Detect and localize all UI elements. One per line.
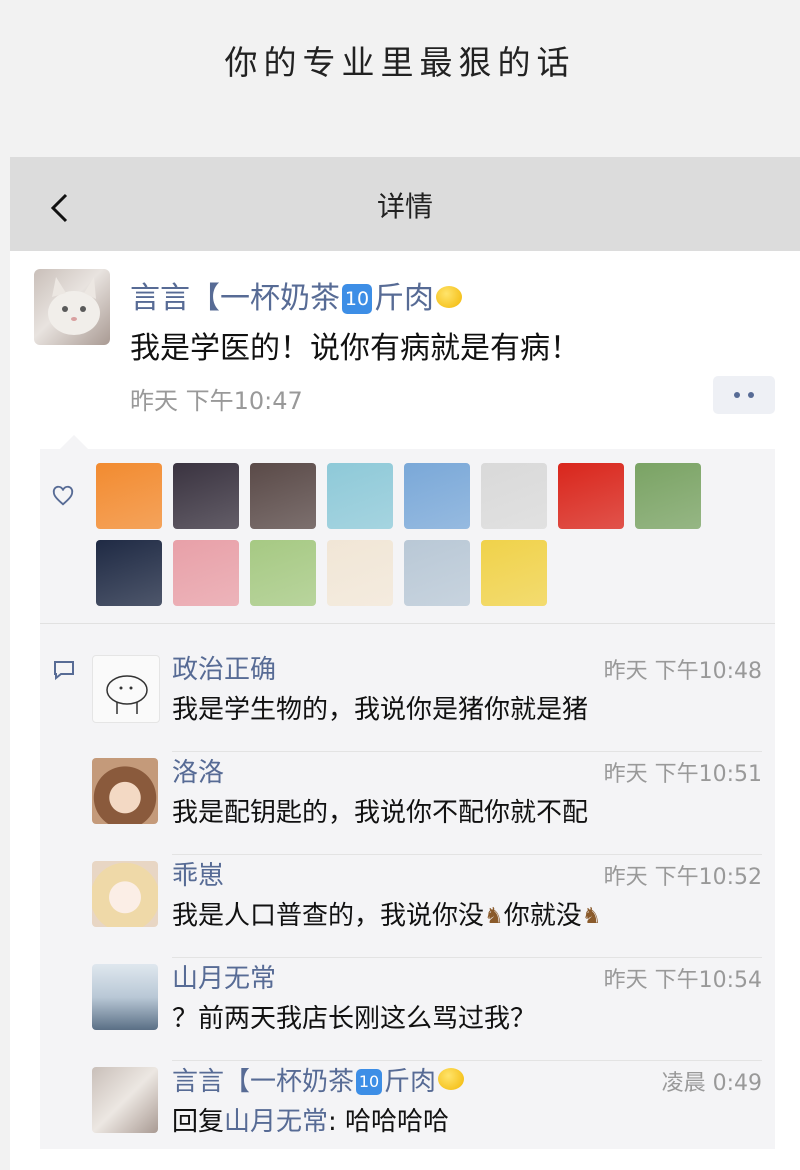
comment-item[interactable]: 山月无常 昨天 下午10:54 ？前两天我店长刚这么骂过我？ (92, 958, 762, 1061)
like-avatar[interactable] (96, 463, 162, 529)
like-avatar[interactable] (250, 540, 316, 606)
post-text: 我是学医的！说你有病就是有病！ (130, 331, 580, 366)
heart-icon (52, 485, 74, 506)
like-avatar[interactable] (327, 463, 393, 529)
like-avatar[interactable] (327, 540, 393, 606)
comment-item[interactable]: 政治正确 昨天 下午10:48 我是学生物的，我说你是猪你就是猪 (92, 649, 762, 752)
commenter-name[interactable]: 政治正确 (172, 649, 276, 686)
like-avatar[interactable] (96, 540, 162, 606)
comment-item[interactable]: 洛洛 昨天 下午10:51 我是配钥匙的，我说你不配你就不配 (92, 752, 762, 855)
horse-emoji-icon: ♞ (484, 904, 504, 929)
dot-icon (734, 392, 740, 398)
like-avatar[interactable] (173, 463, 239, 529)
comment-timestamp: 昨天 下午10:51 (603, 762, 762, 787)
poster-name-prefix: 言言【一杯奶茶 (130, 281, 340, 316)
commenter-name[interactable]: 言言【一杯奶茶 10 斤肉 (172, 1061, 465, 1098)
lemon-icon (436, 286, 462, 308)
number-ten-badge-icon: 10 (356, 1069, 383, 1095)
comment-item[interactable]: 言言【一杯奶茶 10 斤肉 凌晨 0:49 回复山月无常: 哈哈哈哈 (92, 1061, 762, 1164)
comment-timestamp: 昨天 下午10:48 (603, 659, 762, 684)
comment-timestamp: 昨天 下午10:52 (603, 865, 762, 890)
commenter-name[interactable]: 山月无常 (172, 958, 276, 995)
more-actions-button[interactable] (713, 376, 775, 414)
number-ten-badge-icon: 10 (342, 284, 372, 314)
like-avatar[interactable] (481, 540, 547, 606)
like-avatar[interactable] (250, 463, 316, 529)
avatar[interactable] (92, 861, 158, 927)
comment-text: ？前两天我店长刚这么骂过我？ (172, 1004, 537, 1034)
like-avatar[interactable] (558, 463, 624, 529)
dot-icon (748, 392, 754, 398)
avatar[interactable] (92, 758, 158, 824)
page-title: 详情 (376, 190, 433, 223)
post-caption: 你的专业里最狠的话 (224, 43, 576, 82)
like-avatar[interactable] (635, 463, 701, 529)
like-avatar[interactable] (481, 463, 547, 529)
comment-text-part: 我是人口普查的，我说你没 (172, 901, 485, 931)
comment-text: 我是配钥匙的，我说你不配你就不配 (172, 798, 589, 828)
horse-emoji-icon: ♞ (581, 904, 602, 929)
comment-text: 回复山月无常: 哈哈哈哈 (172, 1101, 449, 1138)
commenter-name-prefix: 言言【一杯奶茶 (172, 1067, 355, 1097)
reply-text: : 哈哈哈哈 (328, 1107, 450, 1137)
divider (40, 623, 775, 624)
like-avatar[interactable] (404, 540, 470, 606)
reply-label: 回复 (172, 1107, 225, 1137)
nav-bar: 详情 (10, 157, 800, 251)
like-avatar[interactable] (173, 540, 239, 606)
avatar[interactable] (92, 655, 160, 723)
comment-text: 我是人口普查的，我说你没♞你就没♞ (172, 895, 602, 932)
cat-avatar-icon (48, 277, 100, 335)
comment-text: 我是学生物的，我说你是猪你就是猪 (172, 695, 589, 725)
avatar[interactable] (92, 964, 158, 1030)
comment-text-part: 你就没 (503, 901, 582, 931)
commenter-name[interactable]: 洛洛 (172, 752, 224, 789)
poster-name-suffix: 斤肉 (374, 281, 434, 316)
reply-to-name[interactable]: 山月无常 (224, 1107, 328, 1137)
lemon-icon (438, 1068, 465, 1090)
moment-post: 言言【一杯奶茶10斤肉 我是学医的！说你有病就是有病！ 昨天 下午10:47 (10, 251, 800, 1170)
like-avatar[interactable] (404, 463, 470, 529)
commenter-name[interactable]: 乖崽 (172, 855, 224, 892)
comment-item[interactable]: 乖崽 昨天 下午10:52 我是人口普查的，我说你没♞你就没♞ (92, 855, 762, 958)
comment-timestamp: 昨天 下午10:54 (603, 968, 762, 993)
commenter-name-suffix: 斤肉 (384, 1067, 437, 1097)
poster-name[interactable]: 言言【一杯奶茶 10 斤肉 (130, 273, 462, 317)
comment-timestamp: 凌晨 0:49 (661, 1071, 762, 1096)
post-timestamp: 昨天 下午10:47 (130, 387, 303, 415)
sheep-avatar-icon (106, 675, 148, 714)
avatar[interactable] (34, 269, 110, 345)
interactions-panel: 政治正确 昨天 下午10:48 我是学生物的，我说你是猪你就是猪 洛洛 昨天 下… (40, 435, 775, 1149)
comment-bubble-icon (54, 661, 74, 681)
avatar[interactable] (92, 1067, 158, 1133)
